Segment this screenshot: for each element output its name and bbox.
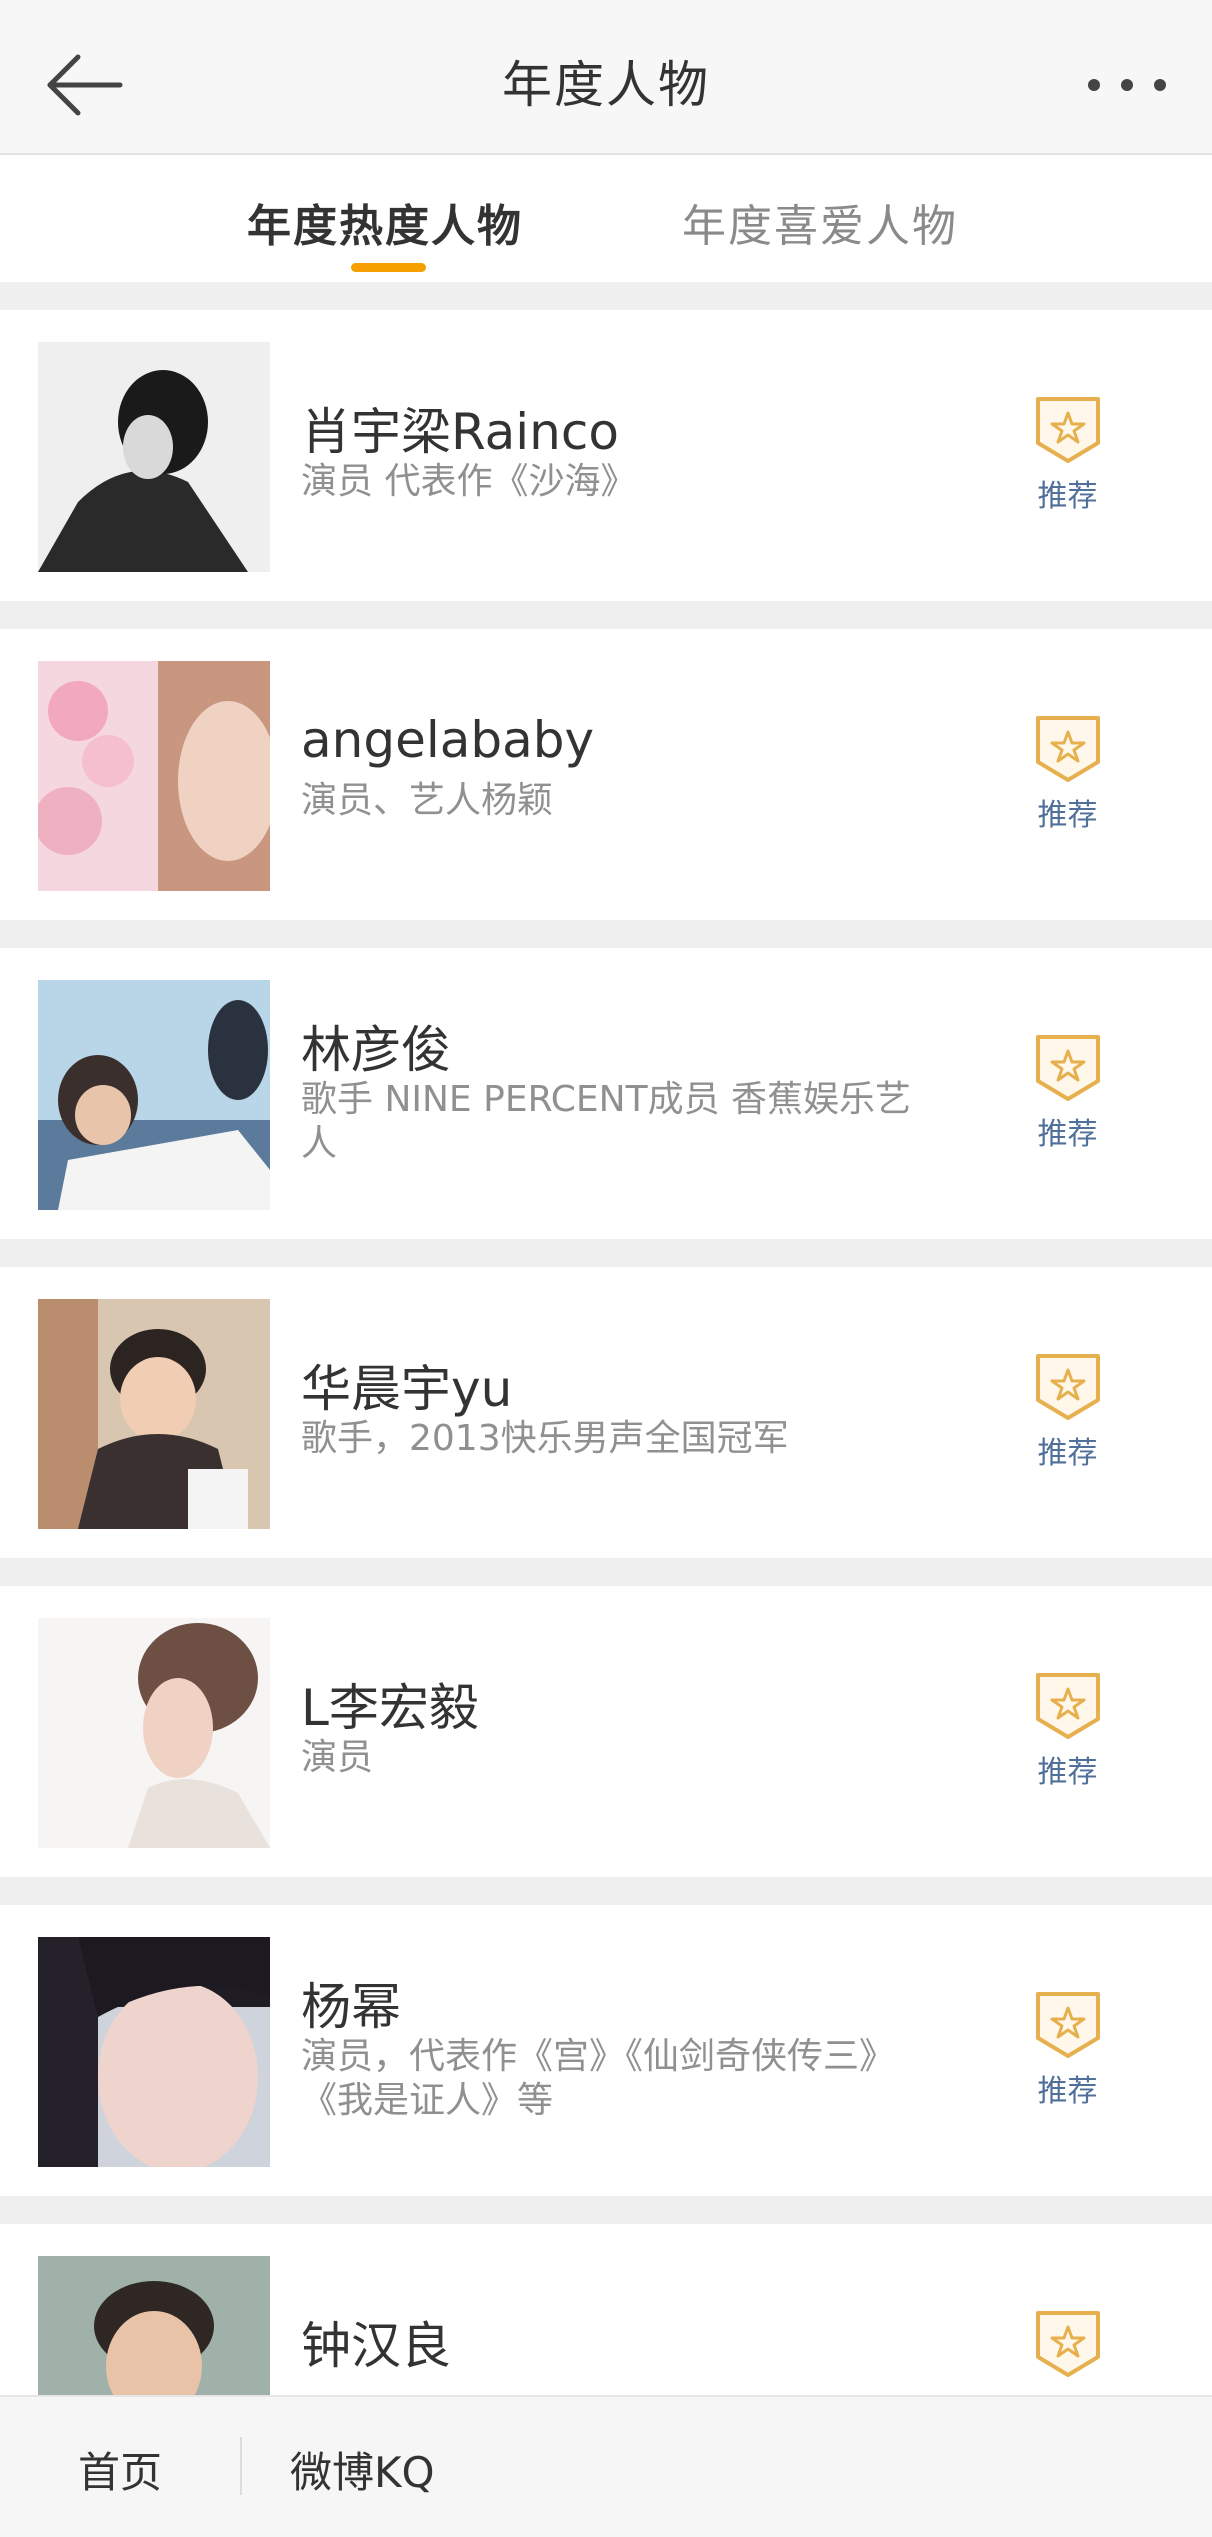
star-badge-icon: [1035, 1673, 1100, 1739]
list-separator: [0, 920, 1212, 948]
list-item[interactable]: 林彦俊 歌手 NINE PERCENT成员 香蕉娱乐艺人 推荐: [0, 948, 1212, 1239]
person-name: 杨幂: [301, 1978, 401, 2036]
person-name: 钟汉良: [301, 2317, 451, 2375]
avatar: [38, 1299, 270, 1529]
person-description: 演员、艺人杨颖: [301, 780, 554, 821]
person-name: 华晨宇yu: [301, 1360, 513, 1418]
person-description: 演员 代表作《沙海》: [301, 461, 637, 502]
person-description: 演员: [301, 1737, 374, 1778]
star-badge-icon: [1035, 1354, 1100, 1420]
avatar: [38, 1937, 270, 2167]
list-separator: [0, 1558, 1212, 1586]
list-item[interactable]: 肖宇梁Rainco 演员 代表作《沙海》 推荐: [0, 310, 1212, 601]
recommend-label: 推荐: [1037, 2074, 1098, 2109]
person-description: 歌手，2013快乐男声全国冠军: [301, 1418, 789, 1459]
recommend-button[interactable]: 推荐: [1030, 1352, 1105, 1482]
avatar: [38, 661, 270, 891]
list-separator: [0, 1877, 1212, 1905]
avatar: [38, 342, 270, 572]
person-description: 歌手 NINE PERCENT成员 香蕉娱乐艺人: [301, 1079, 912, 1164]
nav-weibo-kq[interactable]: 微博KQ: [290, 2439, 435, 2500]
active-tab-indicator: [351, 263, 426, 272]
recommend-button[interactable]: 推荐: [1030, 395, 1105, 525]
star-badge-icon: [1035, 397, 1100, 463]
list-separator: [0, 282, 1212, 310]
person-name: L李宏毅: [301, 1679, 479, 1737]
recommend-button[interactable]: 推荐: [1030, 1671, 1105, 1801]
page-title: 年度人物: [502, 56, 710, 114]
recommend-label: 推荐: [1037, 1436, 1098, 1471]
tab-favorite-people[interactable]: 年度喜爱人物: [682, 190, 958, 254]
list-separator: [0, 1239, 1212, 1267]
list-item[interactable]: angelababy 演员、艺人杨颖 推荐: [0, 629, 1212, 920]
nav-divider: [240, 2437, 242, 2495]
avatar: [38, 980, 270, 1210]
star-badge-icon: [1035, 1035, 1100, 1101]
list-item[interactable]: L李宏毅 演员 推荐: [0, 1586, 1212, 1877]
top-bar: 年度人物: [0, 0, 1212, 155]
list-item[interactable]: 杨幂 演员，代表作《宫》《仙剑奇侠传三》《我是证人》等 推荐: [0, 1905, 1212, 2196]
person-description: 演员，代表作《宫》《仙剑奇侠传三》《我是证人》等: [301, 2036, 896, 2121]
person-name: angelababy: [301, 711, 595, 769]
person-name: 肖宇梁Rainco: [301, 403, 619, 461]
recommend-label: 推荐: [1037, 1117, 1098, 1152]
list-item[interactable]: 华晨宇yu 歌手，2013快乐男声全国冠军 推荐: [0, 1267, 1212, 1558]
bottom-nav: 首页 微博KQ: [0, 2395, 1212, 2537]
list-separator: [0, 2196, 1212, 2224]
person-name: 林彦俊: [301, 1021, 451, 1079]
list-separator: [0, 601, 1212, 629]
star-badge-icon: [1035, 2311, 1100, 2377]
recommend-label: 推荐: [1037, 479, 1098, 514]
tab-hot-people[interactable]: 年度热度人物: [247, 190, 523, 254]
recommend-button[interactable]: 推荐: [1030, 1033, 1105, 1163]
recommend-button[interactable]: 推荐: [1030, 1990, 1105, 2120]
recommend-button[interactable]: 推荐: [1030, 714, 1105, 844]
avatar: [38, 1618, 270, 1848]
category-tabs: 年度热度人物 年度喜爱人物: [0, 155, 1212, 282]
people-list: 肖宇梁Rainco 演员 代表作《沙海》 推荐 angelababy 演员、艺人…: [0, 282, 1212, 2515]
recommend-label: 推荐: [1037, 1755, 1098, 1790]
star-badge-icon: [1035, 716, 1100, 782]
nav-home[interactable]: 首页: [78, 2439, 162, 2500]
more-dots-icon: [1088, 79, 1166, 91]
recommend-label: 推荐: [1037, 798, 1098, 833]
star-badge-icon: [1035, 1992, 1100, 2058]
more-button[interactable]: [1082, 65, 1172, 105]
